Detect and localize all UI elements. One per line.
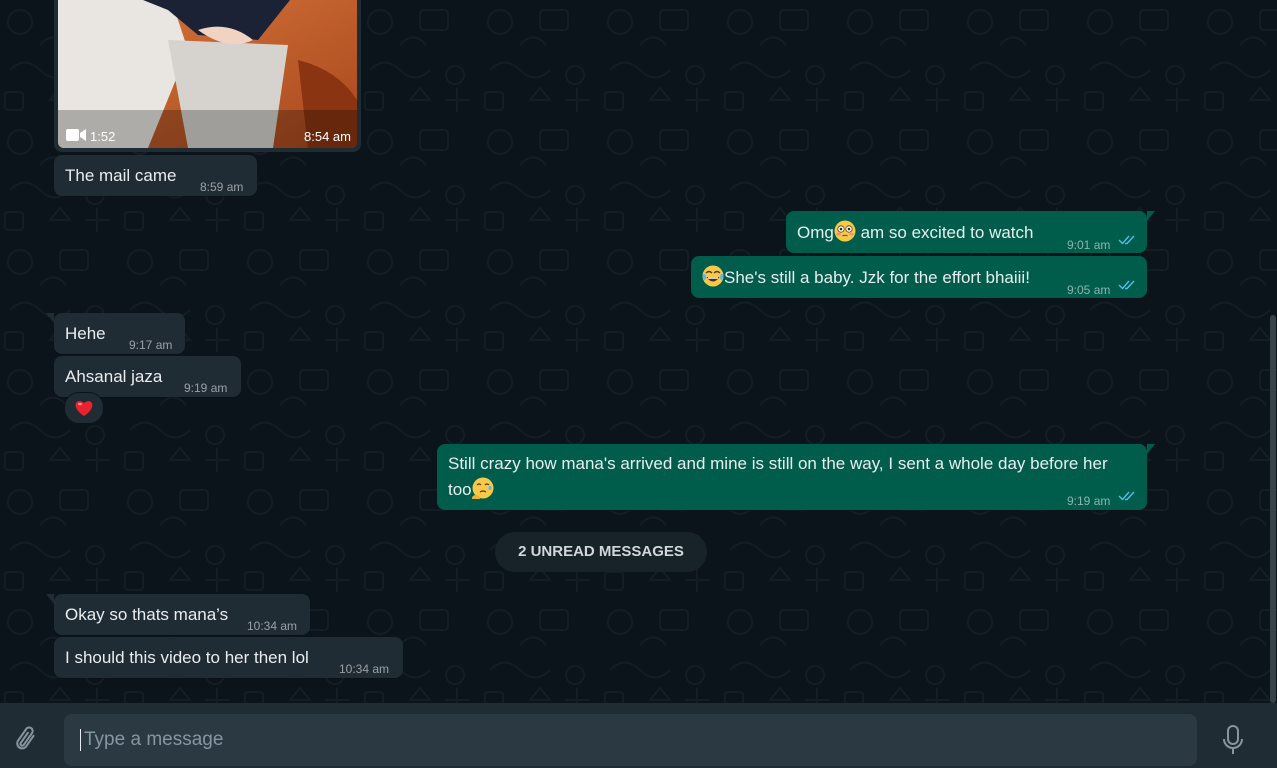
bubble-tail — [1147, 444, 1155, 454]
scrollbar[interactable] — [1269, 0, 1277, 703]
message-time: 8:59 am — [200, 180, 244, 194]
message-reaction[interactable] — [64, 392, 104, 424]
message-time: 10:34 am — [247, 619, 298, 633]
message-text: too — [448, 477, 494, 501]
video-thumbnail[interactable] — [58, 0, 357, 148]
message-text: I should this video to her then lol — [65, 648, 309, 667]
incoming-message[interactable]: Ahsanal jaza 9:19 am — [54, 356, 241, 397]
outgoing-message[interactable]: She's still a baby. Jzk for the effort b… — [691, 256, 1147, 298]
message-time: 9:01 am — [1067, 238, 1111, 252]
incoming-message[interactable]: Okay so thats mana’s 10:34 am — [46, 594, 310, 635]
chat-message-area[interactable]: 1:52 8:54 am The mail came 8:59 am Omg a… — [0, 0, 1277, 703]
read-receipt-icon — [1118, 235, 1135, 245]
message-text: Still crazy how mana's arrived and mine … — [448, 454, 1108, 473]
video-duration: 1:52 — [90, 129, 116, 144]
microphone-icon[interactable] — [1220, 724, 1246, 756]
message-time: 9:19 am — [1067, 494, 1111, 508]
paperclip-icon[interactable] — [12, 724, 42, 754]
message-text: She's still a baby. Jzk for the effort b… — [702, 265, 1030, 289]
unread-messages-divider: 2 UNREAD MESSAGES — [495, 532, 707, 572]
message-text: Okay so thats mana’s — [65, 605, 229, 624]
message-time: 10:34 am — [339, 662, 390, 676]
message-time: 9:05 am — [1067, 283, 1111, 297]
bubble-tail — [46, 594, 54, 604]
red-heart-icon — [75, 401, 93, 416]
message-text: Hehe — [65, 324, 106, 343]
message-text: The mail came — [65, 166, 177, 185]
message-input[interactable] — [80, 714, 1184, 766]
bubble-tail — [46, 313, 54, 323]
message-time: 9:17 am — [129, 338, 173, 352]
incoming-message[interactable]: The mail came 8:59 am — [54, 155, 257, 196]
video-camera-icon — [66, 129, 86, 141]
incoming-message[interactable]: I should this video to her then lol 10:3… — [54, 637, 403, 678]
incoming-message[interactable]: Hehe 9:17 am — [46, 313, 185, 354]
message-time: 9:19 am — [184, 381, 228, 395]
message-text: Omg am so excited to watch — [797, 220, 1033, 244]
tears-of-joy-emoji — [702, 265, 724, 287]
read-receipt-icon — [1118, 491, 1135, 501]
message-time: 8:54 am — [304, 129, 351, 144]
read-receipt-icon — [1118, 280, 1135, 290]
flushed-face-emoji — [834, 220, 856, 242]
video-message[interactable]: 1:52 8:54 am — [54, 0, 361, 152]
bubble-tail — [1147, 211, 1155, 221]
face-holding-back-tears-emoji — [471, 477, 494, 499]
outgoing-message[interactable]: Still crazy how mana's arrived and mine … — [437, 444, 1155, 510]
message-input-box[interactable] — [64, 714, 1197, 766]
text-caret — [80, 729, 81, 751]
outgoing-message[interactable]: Omg am so excited to watch 9:01 am — [786, 211, 1155, 253]
message-text: Ahsanal jaza — [65, 367, 163, 386]
scrollbar-thumb[interactable] — [1270, 315, 1276, 703]
